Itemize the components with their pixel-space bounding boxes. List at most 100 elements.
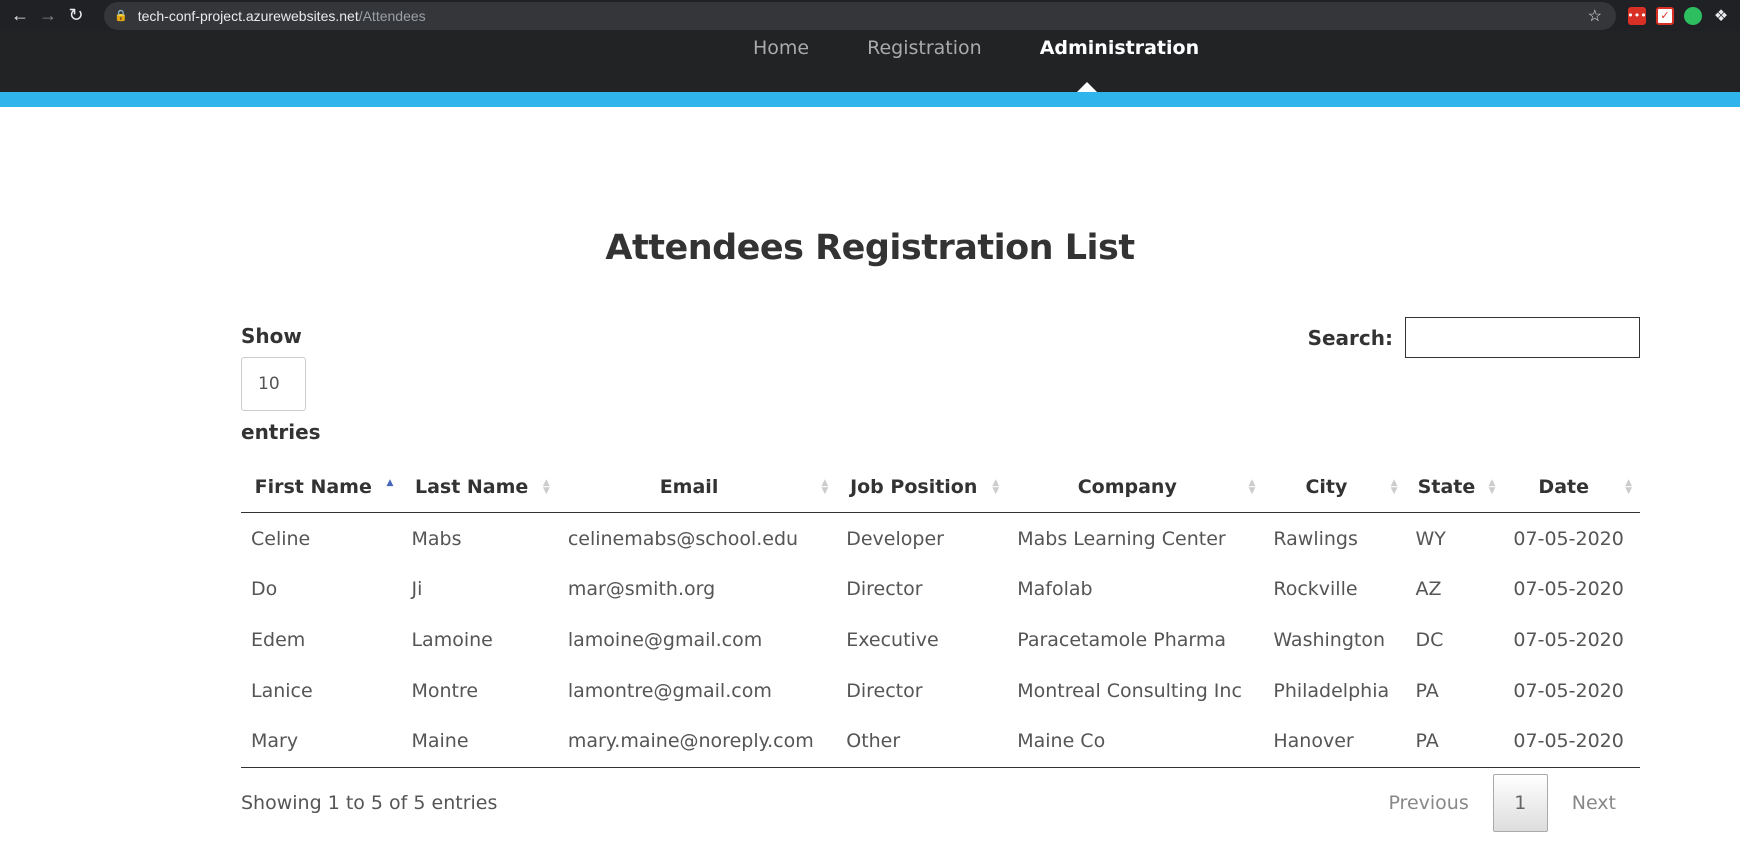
- table-row: Edem Lamoine lamoine@gmail.com Executive Par…: [241, 614, 1640, 665]
- table-cell-city: Rawlings: [1273, 528, 1358, 551]
- column-header-label: City: [1305, 475, 1348, 498]
- table-header-row: First Name ▲ Last Name ▲ ▼ Email ▲ ▼ Job Positio…: [241, 462, 1640, 513]
- lock-icon: 🔒: [114, 10, 128, 22]
- column-header-label: State: [1417, 475, 1476, 498]
- table-cell-email: lamontre@gmail.com: [567, 679, 772, 702]
- table-cell-first-name: Do: [251, 577, 278, 600]
- sort-both-icon: ▲ ▼: [821, 478, 829, 496]
- column-header-label: Last Name: [414, 475, 529, 498]
- nav-home[interactable]: Home: [753, 37, 809, 59]
- table-cell-job-position: Director: [846, 679, 923, 702]
- column-header-last-name[interactable]: Last Name ▲ ▼: [401, 462, 558, 513]
- table-row: Lanice Montre lamontre@gmail.com Director Mo…: [241, 665, 1640, 716]
- site-navbar: Home Registration Administration: [0, 31, 1740, 92]
- column-header-city[interactable]: City ▲ ▼: [1263, 462, 1406, 513]
- column-header-job-position[interactable]: Job Position ▲ ▼: [836, 462, 1008, 513]
- page-1-button[interactable]: 1: [1492, 774, 1548, 832]
- table-cell-date: 07-05-2020: [1513, 679, 1624, 702]
- sort-both-icon: ▲ ▼: [1390, 478, 1398, 496]
- url-host: tech-conf-project.azurewebsites.net: [137, 7, 359, 24]
- column-header-email[interactable]: Email ▲ ▼: [557, 462, 837, 513]
- table-cell-state: DC: [1415, 628, 1444, 651]
- address-bar[interactable]: 🔒 tech-conf-project.azurewebsites.net/At…: [104, 1, 1616, 30]
- sort-both-icon: ▲ ▼: [1625, 478, 1632, 496]
- column-header-label: Date: [1538, 475, 1589, 498]
- search-control: Search:: [1308, 317, 1640, 358]
- table-cell-last-name: Lamoine: [411, 628, 493, 651]
- table-cell-email: mary.maine@noreply.com: [557, 716, 837, 768]
- table-cell-state: PA: [1415, 679, 1439, 702]
- column-header-first-name[interactable]: First Name ▲: [241, 462, 402, 513]
- table-cell-email: celinemabs@school.edu: [567, 528, 799, 551]
- attendees-table: First Name ▲ Last Name ▲ ▼ Email ▲ ▼ Job Positio…: [241, 462, 1640, 768]
- previous-page-button[interactable]: Previous: [1364, 792, 1492, 814]
- table-cell-state: AZ: [1415, 577, 1442, 600]
- table-cell-last-name: Maine: [401, 716, 558, 768]
- search-input[interactable]: [1405, 317, 1640, 358]
- table-cell-first-name: Lanice: [251, 679, 313, 702]
- table-info: Showing 1 to 5 of 5 entries: [241, 792, 498, 814]
- sort-both-icon: ▲ ▼: [1248, 478, 1256, 496]
- nav-administration[interactable]: Administration: [1040, 37, 1199, 59]
- forward-icon[interactable]: →: [34, 2, 62, 30]
- table-row: Mary Maine mary.maine@noreply.com Other Main…: [241, 716, 1640, 768]
- extension-pocket-icon[interactable]: ✓: [1656, 6, 1674, 25]
- table-cell-first-name: Mary: [241, 716, 402, 768]
- entries-label: entries: [241, 420, 321, 444]
- table-cell-state: WY: [1415, 528, 1446, 551]
- extension-evernote-icon[interactable]: [1684, 6, 1702, 25]
- table-cell-city: Washington: [1273, 628, 1386, 651]
- table-cell-date: 07-05-2020: [1513, 628, 1624, 651]
- table-cell-company: Montreal Consulting Inc: [1017, 679, 1242, 702]
- reload-icon[interactable]: ↻: [62, 2, 90, 30]
- column-header-label: Company: [1077, 475, 1177, 498]
- table-body: Celine Mabs celinemabs@school.edu Developer…: [241, 512, 1640, 768]
- search-label: Search:: [1307, 325, 1393, 350]
- extension-lastpass-icon[interactable]: •••: [1627, 6, 1647, 25]
- table-cell-job-position: Other: [836, 716, 1008, 768]
- table-cell-last-name: Montre: [411, 679, 479, 702]
- show-label: Show: [241, 324, 302, 348]
- table-cell-last-name: Ji: [411, 577, 423, 600]
- active-nav-caret: [1077, 82, 1097, 92]
- next-page-button[interactable]: Next: [1548, 792, 1640, 814]
- entries-length-control: Show 10 entries: [241, 324, 321, 444]
- table-cell-date: 07-05-2020: [1513, 528, 1624, 551]
- nav-registration[interactable]: Registration: [867, 37, 982, 59]
- table-cell-date: 07-05-2020: [1513, 577, 1624, 600]
- table-cell-state: PA: [1405, 716, 1504, 768]
- column-header-label: Email: [659, 475, 719, 498]
- table-cell-first-name: Celine: [251, 528, 311, 551]
- url-path: /Attendees: [358, 7, 426, 24]
- extensions-puzzle-icon[interactable]: ❖: [1712, 6, 1730, 25]
- table-cell-company: Paracetamole Pharma: [1017, 628, 1227, 651]
- table-cell-email: lamoine@gmail.com: [567, 628, 763, 651]
- sort-ascending-icon: ▲: [386, 478, 394, 488]
- pagination: Previous 1 Next: [1364, 774, 1640, 832]
- accent-bar: [0, 92, 1740, 107]
- sort-both-icon: ▲ ▼: [992, 478, 1000, 496]
- column-header-label: Job Position: [850, 475, 978, 498]
- table-cell-job-position: Director: [846, 577, 923, 600]
- page-title: Attendees Registration List: [605, 228, 1135, 268]
- table-cell-date: 07-05-2020: [1503, 716, 1640, 768]
- back-icon[interactable]: ←: [6, 2, 34, 30]
- table-cell-last-name: Mabs: [411, 528, 462, 551]
- table-cell-first-name: Edem: [251, 628, 306, 651]
- table-row: Do Ji mar@smith.org Director Mafolab Rockvill…: [241, 563, 1640, 614]
- table-cell-city: Rockville: [1273, 577, 1358, 600]
- column-header-company[interactable]: Company ▲ ▼: [1007, 462, 1264, 513]
- table-cell-company: Mafolab: [1017, 577, 1093, 600]
- table-cell-job-position: Executive: [846, 628, 939, 651]
- table-cell-city: Philadelphia: [1273, 679, 1390, 702]
- entries-length-select[interactable]: 10: [241, 357, 306, 411]
- column-header-date[interactable]: Date ▲ ▼: [1503, 462, 1640, 513]
- browser-toolbar: ← → ↻ 🔒 tech-conf-project.azurewebsites.…: [0, 0, 1740, 31]
- bookmark-star-icon[interactable]: ☆: [1588, 6, 1602, 26]
- table-cell-company: Maine Co: [1007, 716, 1264, 768]
- table-cell-email: mar@smith.org: [567, 577, 716, 600]
- column-header-label: First Name: [254, 475, 372, 498]
- table-row: Celine Mabs celinemabs@school.edu Developer…: [241, 512, 1640, 563]
- column-header-state[interactable]: State ▲ ▼: [1405, 462, 1504, 513]
- table-cell-city: Hanover: [1263, 716, 1406, 768]
